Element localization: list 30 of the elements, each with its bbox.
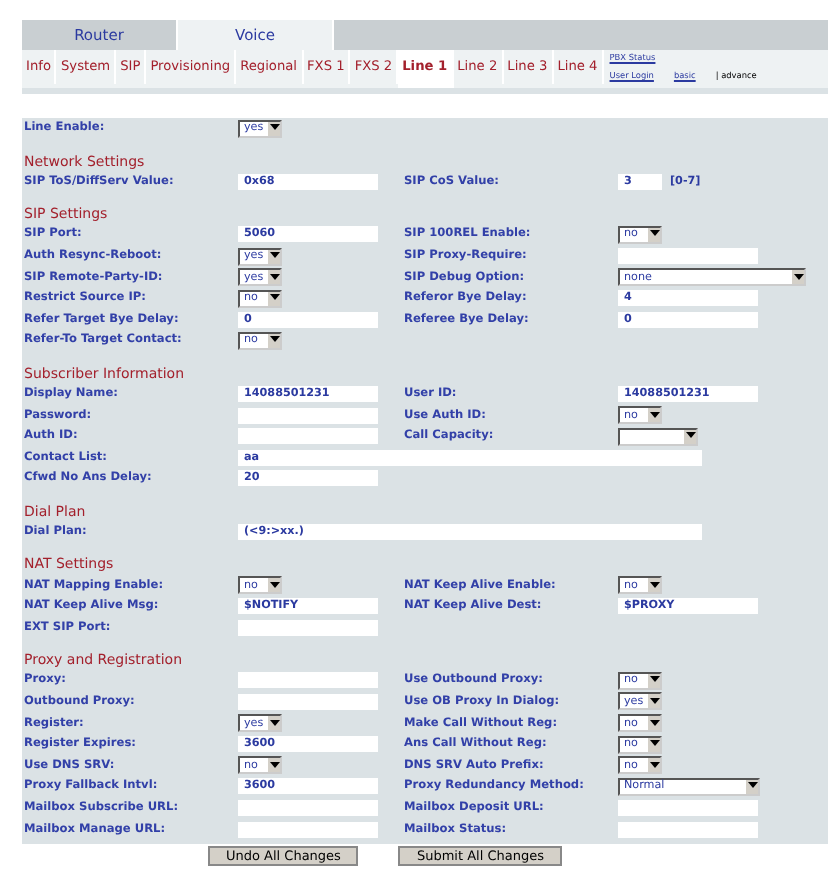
- input-field[interactable]: [618, 821, 758, 838]
- dropdown-arrow-icon: [648, 673, 660, 688]
- input-field[interactable]: [238, 407, 378, 424]
- dropdown-arrow-icon: [746, 779, 758, 794]
- dropdown-arrow-icon: [268, 333, 280, 348]
- dropdown-arrow-icon: [268, 270, 280, 285]
- input-field[interactable]: [238, 799, 378, 816]
- dropdown-arrow-icon: [268, 249, 280, 264]
- dropdown-arrow-icon: [268, 578, 280, 593]
- dropdown-arrow-icon: [792, 270, 804, 285]
- input-field[interactable]: [238, 821, 378, 838]
- dropdown-arrow-icon: [648, 227, 660, 242]
- input-field[interactable]: [238, 693, 378, 710]
- dropdown-arrow-icon: [648, 408, 660, 423]
- dropdown-arrow-icon: [268, 121, 280, 136]
- dropdown[interactable]: [618, 427, 698, 446]
- dropdown-arrow-icon: [648, 758, 660, 773]
- dropdown-arrow-icon: [648, 737, 660, 752]
- dropdown-arrow-icon: [684, 429, 696, 444]
- input-field[interactable]: [618, 248, 758, 265]
- input-field[interactable]: [618, 799, 758, 816]
- input-field[interactable]: [238, 672, 378, 689]
- input-field[interactable]: [238, 619, 378, 636]
- input-field[interactable]: [238, 428, 378, 445]
- dropdown-arrow-icon: [648, 694, 660, 709]
- dropdown-arrow-icon: [268, 291, 280, 306]
- dropdown-arrow-icon: [648, 716, 660, 731]
- dropdown-arrow-icon: [648, 578, 660, 593]
- dropdown-arrow-icon: [268, 758, 280, 773]
- dropdown-arrow-icon: [268, 716, 280, 731]
